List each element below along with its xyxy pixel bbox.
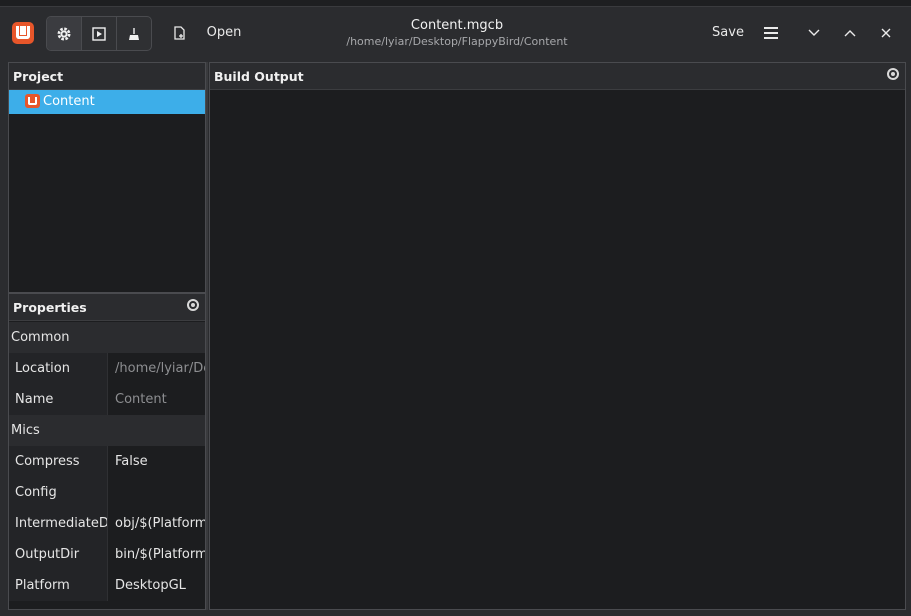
project-panel-heading: Project [9,63,205,90]
property-name: OutputDir [9,539,108,570]
settings-button[interactable] [47,17,81,50]
property-value[interactable] [108,477,205,508]
toolbar-button-group [46,16,152,51]
hamburger-menu-icon [764,26,778,39]
property-name: Config [9,477,108,508]
property-row-location[interactable]: Location /home/lyiar/Desktop/FlappyBird/… [9,353,205,384]
property-value[interactable]: obj/$(Platform) [108,508,205,539]
close-icon [881,28,891,37]
open-button[interactable]: Open [200,16,248,49]
chevron-down-icon [808,29,820,36]
property-value[interactable]: DesktopGL [108,570,205,601]
property-group-mics[interactable]: Mics [9,415,205,446]
property-row-intermediatedir[interactable]: IntermediateDir obj/$(Platform) [9,508,205,539]
new-button[interactable] [166,16,192,49]
property-group-label: Mics [11,423,40,438]
property-name: Compress [9,446,108,477]
property-value[interactable]: bin/$(Platform) [108,539,205,570]
panel-splitter-vertical[interactable] [206,62,208,610]
monogame-logo-icon [25,94,40,108]
window-title: Content.mgcb [410,18,504,33]
project-panel: Project Content [8,62,206,293]
property-name: IntermediateDir [9,508,108,539]
property-value[interactable]: False [108,446,205,477]
window-subtitle-path: /home/lyiar/Desktop/FlappyBird/Content [346,35,568,48]
property-row-compress[interactable]: Compress False [9,446,205,477]
build-output-panel: Build Output [209,62,906,610]
build-icon [92,26,106,41]
property-group-label: Common [11,330,70,345]
build-output-log[interactable] [210,90,905,609]
property-value: Content [108,384,205,415]
window-title-area: Content.mgcb /home/lyiar/Desktop/FlappyB… [300,17,614,49]
property-row-outputdir[interactable]: OutputDir bin/$(Platform) [9,539,205,570]
clean-button[interactable] [117,17,151,50]
close-button[interactable] [872,16,900,49]
gear-icon[interactable] [887,68,899,80]
property-row-platform[interactable]: Platform DesktopGL [9,570,205,601]
property-group-common[interactable]: Common [9,322,205,353]
monogame-logo-icon [12,22,34,44]
tree-item-content[interactable]: Content [9,90,205,114]
header-bar: Open Content.mgcb /home/lyiar/Desktop/Fl… [0,7,911,61]
build-output-heading: Build Output [210,63,905,90]
build-button[interactable] [82,17,116,50]
new-file-icon [174,25,185,40]
property-name: Platform [9,570,108,601]
menu-button[interactable] [757,16,785,49]
tree-item-label: Content [43,94,95,109]
build-output-heading-text: Build Output [214,69,304,84]
properties-heading-text: Properties [13,300,87,315]
property-name: Name [9,384,108,415]
broom-icon [129,27,139,40]
property-value: /home/lyiar/Desktop/FlappyBird/Content [108,353,205,384]
property-row-config[interactable]: Config [9,477,205,508]
property-row-name[interactable]: Name Content [9,384,205,415]
save-button[interactable]: Save [706,16,750,49]
properties-panel: Properties Common Location /home/lyiar/D… [8,293,206,610]
gear-icon[interactable] [187,299,199,311]
chevron-up-icon [844,29,856,36]
app-window: Open Content.mgcb /home/lyiar/Desktop/Fl… [0,6,911,616]
property-name: Location [9,353,108,384]
properties-panel-heading: Properties [9,294,205,321]
minimize-button[interactable] [800,16,828,49]
maximize-button[interactable] [836,16,864,49]
gear-icon [57,27,71,40]
